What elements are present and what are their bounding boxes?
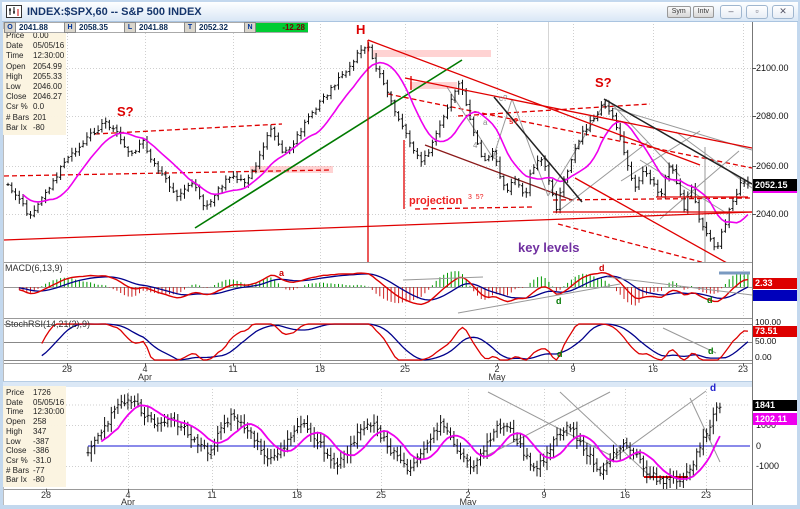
y-axis-label: 2060.00 <box>756 161 789 171</box>
chart-canvas[interactable] <box>0 0 800 509</box>
x-tick-label: 16 <box>643 364 663 374</box>
info-row: Csr %0.0 <box>6 102 64 112</box>
maximize-button[interactable]: ▫ <box>746 5 768 19</box>
info-row: Bar Ix-80 <box>6 475 64 485</box>
annotation-text: a <box>483 119 487 127</box>
quote-value: 2041.88 <box>16 22 64 33</box>
main-info-panel: Price0.00Date05/05/16Time12:30:00Open205… <box>3 29 66 135</box>
y-axis-label: 0 <box>756 441 761 451</box>
info-row: Csr %-31.0 <box>6 456 64 466</box>
x-axis-month-label: May <box>485 372 509 382</box>
info-row: Time12:30:00 <box>6 51 64 61</box>
info-row: # Bars-77 <box>6 466 64 476</box>
info-row: High2055.33 <box>6 72 64 82</box>
window-title: INDEX:$SPX,60 -- S&P 500 INDEX <box>27 6 202 18</box>
annotation-text: s? <box>509 118 518 126</box>
candlestick-chart-icon <box>6 5 22 18</box>
quote-field-toggle[interactable]: L <box>124 22 136 33</box>
annotation-text: 3 5? <box>468 194 484 201</box>
chart-window: INDEX:$SPX,60 -- S&P 500 INDEX Sym Intv … <box>0 0 800 509</box>
quote-field-toggle[interactable]: O <box>4 22 16 33</box>
annotation-text: projection <box>409 196 462 207</box>
quote-field-toggle[interactable]: N <box>244 22 256 33</box>
info-row: Open258 <box>6 417 64 427</box>
annotation-text: S? <box>595 76 612 89</box>
quote-field-toggle[interactable]: T <box>184 22 196 33</box>
stochrsi-label: StochRSI(14,21(2),9) <box>5 319 90 329</box>
annotation-text: H <box>356 23 365 36</box>
y-axis-label: 0.00 <box>755 352 772 362</box>
annotation-text: b <box>493 153 497 161</box>
y-axis-label: 50.00 <box>755 336 776 346</box>
stochrsi-value-box: 73.51 <box>753 326 799 337</box>
y-axis-label: -1000 <box>756 461 779 471</box>
x-tick-label: 16 <box>615 490 635 500</box>
quote-bar: O2041.88H2058.35L2041.88T2052.32N-12.28 <box>4 22 308 33</box>
y-axis-label: 2080.00 <box>756 111 789 121</box>
y-axis-label: 2100.00 <box>756 63 789 73</box>
info-row: Close2046.27 <box>6 92 64 102</box>
info-row: Price1726 <box>6 388 64 398</box>
y-axis-label: 2040.00 <box>756 209 789 219</box>
frame-left <box>0 0 3 509</box>
info-row: High347 <box>6 427 64 437</box>
lower-ma-box: 1202.11 <box>753 413 799 425</box>
minimize-button[interactable]: – <box>720 5 742 19</box>
sym-button[interactable]: Sym <box>667 6 691 18</box>
info-row: Date05/05/16 <box>6 398 64 408</box>
x-tick-label: 23 <box>733 364 753 374</box>
frame-bottom <box>0 505 800 509</box>
quote-value: 2041.88 <box>136 22 184 33</box>
info-row: Low2046.00 <box>6 82 64 92</box>
lower-last-box: 1841 <box>753 400 799 411</box>
info-row: Low-387 <box>6 437 64 447</box>
annotation-text: d <box>556 297 562 306</box>
info-row: Open2054.99 <box>6 62 64 72</box>
x-tick-label: 23 <box>696 490 716 500</box>
annotation-text: d <box>557 350 563 359</box>
annotation-text: a <box>279 269 284 278</box>
macd-label: MACD(6,13,9) <box>5 263 63 273</box>
intv-button[interactable]: Intv <box>693 6 714 18</box>
macd-value-box: 2.33 <box>753 278 799 289</box>
lower-info-panel: Price1726Date05/05/16Time12:30:00Open258… <box>3 386 66 487</box>
quote-value: 2052.32 <box>196 22 244 33</box>
x-tick-label: 11 <box>202 490 222 500</box>
info-row: Date05/05/16 <box>6 41 64 51</box>
close-button[interactable]: ✕ <box>772 5 794 19</box>
annotation-text: d <box>710 384 716 394</box>
quote-value: -12.28 <box>256 22 308 33</box>
panel-divider <box>3 381 752 387</box>
annotation-text: d <box>708 347 714 356</box>
x-tick-label: 25 <box>371 490 391 500</box>
x-tick-label: 9 <box>534 490 554 500</box>
annotation-text: d <box>707 296 713 305</box>
x-tick-label: 18 <box>310 364 330 374</box>
annotation-text: key levels <box>518 241 579 254</box>
x-tick-label: 18 <box>287 490 307 500</box>
info-row: Bar Ix-80 <box>6 123 64 133</box>
title-bar[interactable]: INDEX:$SPX,60 -- S&P 500 INDEX Sym Intv … <box>2 2 798 22</box>
x-tick-label: 25 <box>395 364 415 374</box>
annotation-text: c? <box>499 95 507 103</box>
info-row: # Bars201 <box>6 113 64 123</box>
annotation-text: 4 <box>473 142 477 150</box>
x-tick-label: 28 <box>57 364 77 374</box>
x-axis-month-label: Apr <box>133 372 157 382</box>
x-tick-label: 28 <box>36 490 56 500</box>
annotation-text: S? <box>117 105 134 118</box>
last-price-box: 2052.15 <box>753 179 799 193</box>
x-tick-label: 11 <box>223 364 243 374</box>
macd-signal-box <box>753 290 799 301</box>
quote-value: 2058.35 <box>76 22 124 33</box>
info-row: Time12:30:00 <box>6 407 64 417</box>
annotation-text: d <box>599 264 605 273</box>
quote-field-toggle[interactable]: H <box>64 22 76 33</box>
x-tick-label: 9 <box>563 364 583 374</box>
info-row: Close-386 <box>6 446 64 456</box>
